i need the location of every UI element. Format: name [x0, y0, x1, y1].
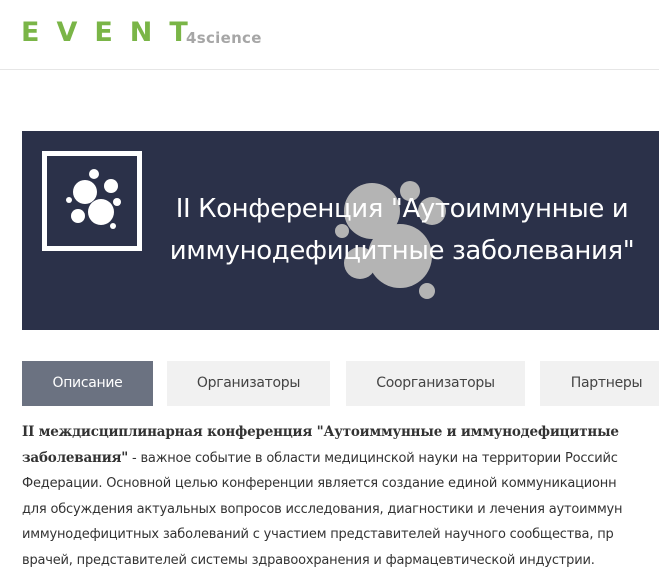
site-header: EVENT 4science	[0, 0, 659, 70]
description-text-6: врачей, представителей системы здравоохр…	[22, 548, 659, 573]
event-title-line-2: иммунодефицитные заболевания"	[170, 236, 635, 266]
tab-coorganizers[interactable]: Соорганизаторы	[346, 361, 525, 406]
event-tabs: Описание Организаторы Соорганизаторы Пар…	[22, 361, 659, 406]
tab-description[interactable]: Описание	[22, 361, 153, 406]
description-text-5: иммунодефицитных заболеваний с участием …	[22, 522, 659, 548]
description-text-4: для обсуждения актуальных вопросов иссле…	[22, 497, 659, 523]
description-text-2: - важное событие в области медицинской н…	[128, 451, 618, 466]
bubbles-logo-icon	[47, 156, 137, 246]
tab-partners[interactable]: Партнеры	[540, 361, 659, 406]
event-banner: II Конференция "Аутоиммунные и иммунодеф…	[22, 131, 659, 330]
site-logo[interactable]: EVENT	[21, 17, 205, 48]
tab-organizers[interactable]: Организаторы	[167, 361, 330, 406]
site-logo-subtitle[interactable]: 4science	[186, 29, 262, 47]
description-bold-1: II междисциплинарная конференция "Аутоим…	[22, 424, 619, 440]
event-description: II междисциплинарная конференция "Аутоим…	[22, 420, 659, 573]
description-text-3: Федерации. Основной целью конференции яв…	[22, 471, 659, 497]
description-bold-2: заболевания"	[22, 450, 128, 466]
event-logo	[42, 151, 142, 251]
event-title-line-1: II Конференция "Аутоиммунные и	[176, 194, 629, 224]
event-title: II Конференция "Аутоиммунные и иммунодеф…	[152, 188, 652, 272]
